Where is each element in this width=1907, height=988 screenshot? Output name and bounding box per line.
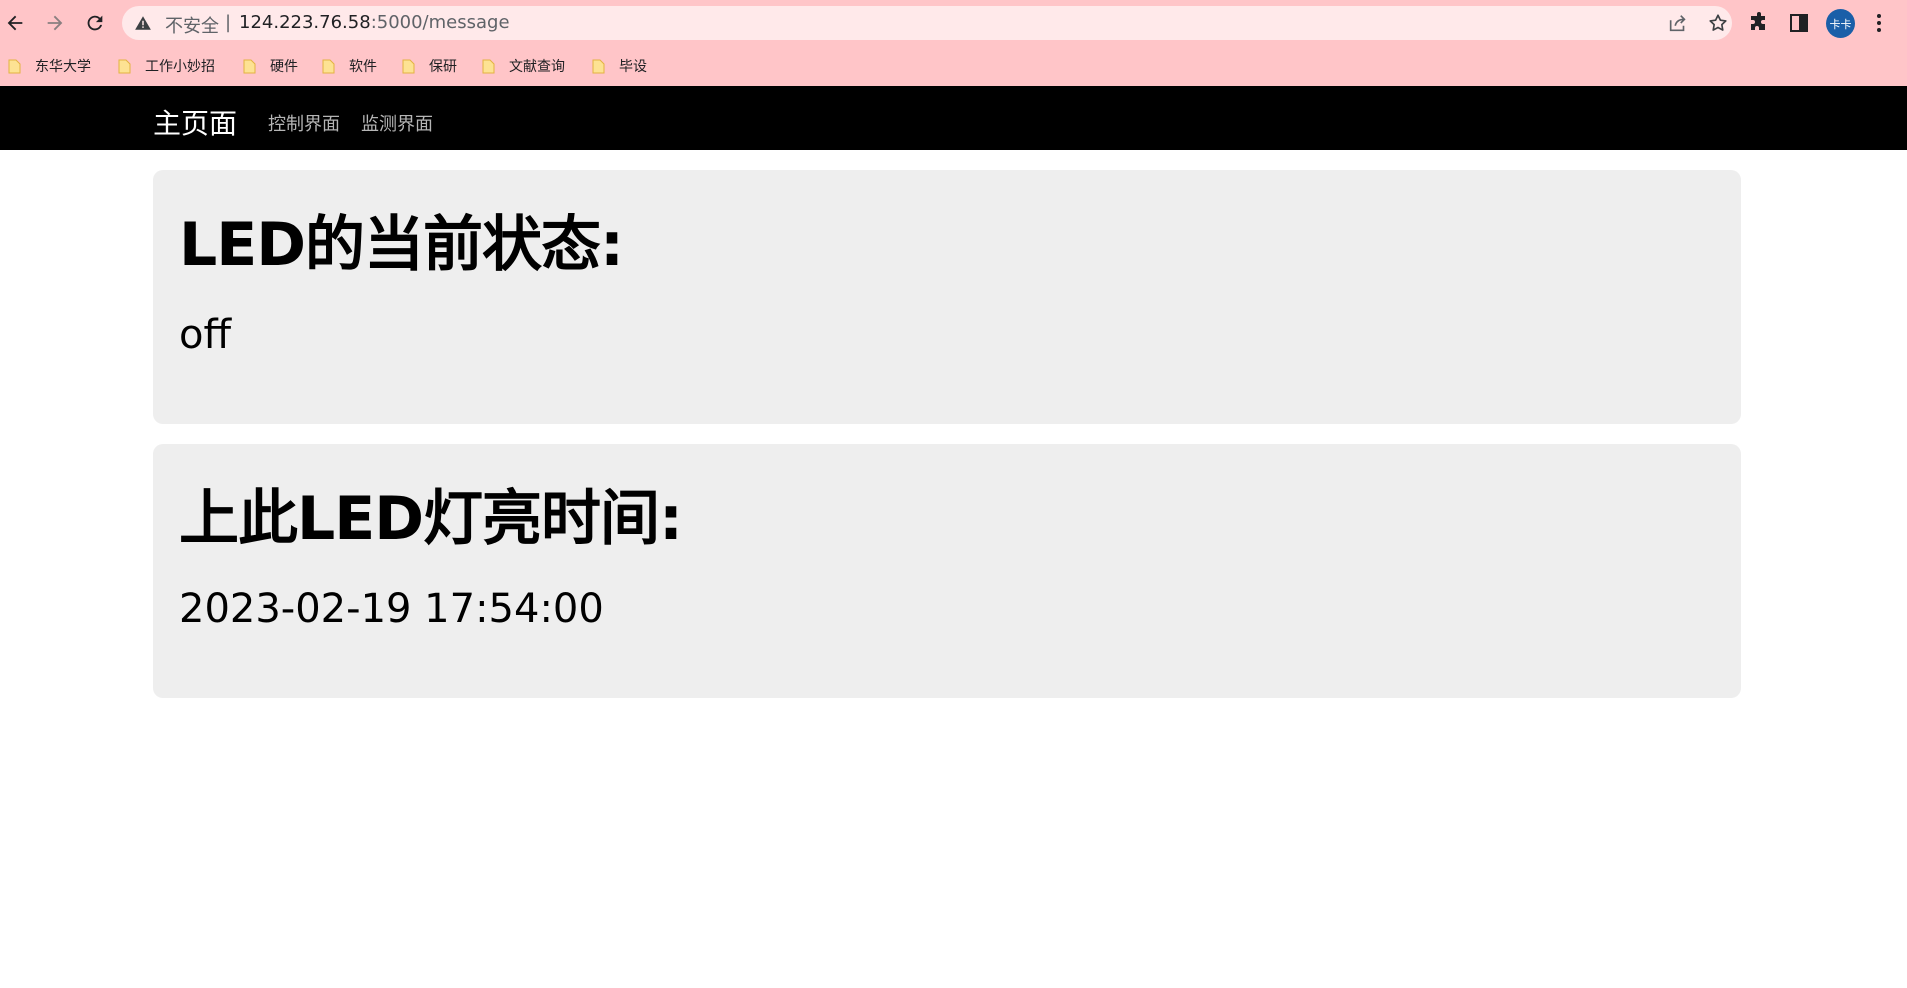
bookmark-label: 文献查询 [509, 59, 565, 75]
folder-icon [118, 59, 132, 74]
back-arrow-icon [7, 15, 23, 31]
bookmark-label: 工作小妙招 [145, 59, 215, 75]
back-button[interactable] [0, 8, 30, 38]
folder-icon [243, 59, 257, 74]
url-separator: | [225, 12, 232, 33]
folder-icon [482, 59, 496, 74]
bookmark-software[interactable]: 软件 [322, 46, 377, 86]
led-last-on-card: 上此LED灯亮时间: 2023-02-19 17:54:00 [153, 444, 1741, 698]
bookmarks-bar: 东华大学 工作小妙招 硬件 软件 保研 文献查询 毕设 [0, 46, 1907, 86]
bookmark-dhu[interactable]: 东华大学 [8, 46, 91, 86]
url-host: 124.223.76.58 [239, 12, 371, 33]
bookmark-label: 保研 [429, 59, 457, 75]
nav-link-control[interactable]: 控制界面 [268, 110, 340, 136]
forward-arrow-icon [47, 15, 63, 31]
browser-toolbar: 不安全 | 124.223.76.58:5000/message 卡卡 [0, 0, 1907, 46]
nav-link-monitor[interactable]: 监测界面 [361, 110, 433, 136]
brand-home-link[interactable]: 主页面 [153, 102, 237, 142]
profile-avatar[interactable]: 卡卡 [1826, 9, 1855, 38]
side-panel-icon[interactable] [1787, 11, 1811, 35]
url-text[interactable]: 124.223.76.58:5000/message [239, 12, 510, 33]
bookmark-label: 硬件 [270, 59, 298, 75]
bookmark-postgrad[interactable]: 保研 [402, 46, 457, 86]
led-last-on-heading: 上此LED灯亮时间: [179, 484, 683, 554]
folder-icon [592, 59, 606, 74]
led-status-heading: LED的当前状态: [179, 210, 624, 280]
bookmark-label: 毕设 [619, 59, 647, 75]
url-path: :5000/message [370, 12, 510, 33]
warning-icon [135, 16, 151, 30]
bookmark-literature[interactable]: 文献查询 [482, 46, 565, 86]
share-icon[interactable] [1667, 12, 1689, 34]
insecure-label[interactable]: 不安全 [165, 12, 219, 38]
folder-icon [322, 59, 336, 74]
star-icon[interactable] [1707, 12, 1729, 34]
bookmark-thesis[interactable]: 毕设 [592, 46, 647, 86]
extensions-icon[interactable] [1747, 11, 1771, 35]
address-bar[interactable]: 不安全 | 124.223.76.58:5000/message [122, 6, 1732, 40]
bookmark-label: 软件 [349, 59, 377, 75]
folder-icon [8, 59, 22, 74]
folder-icon [402, 59, 416, 74]
bookmark-hardware[interactable]: 硬件 [243, 46, 298, 86]
more-menu-icon[interactable] [1867, 11, 1891, 35]
site-navbar: 主页面 控制界面 监测界面 [0, 86, 1907, 150]
led-status-value: off [179, 312, 232, 358]
led-last-on-value: 2023-02-19 17:54:00 [179, 586, 604, 632]
forward-button[interactable] [40, 8, 70, 38]
bookmark-label: 东华大学 [35, 59, 91, 75]
led-status-card: LED的当前状态: off [153, 170, 1741, 424]
reload-icon [87, 15, 103, 31]
bookmark-work-tips[interactable]: 工作小妙招 [118, 46, 215, 86]
reload-button[interactable] [80, 8, 110, 38]
